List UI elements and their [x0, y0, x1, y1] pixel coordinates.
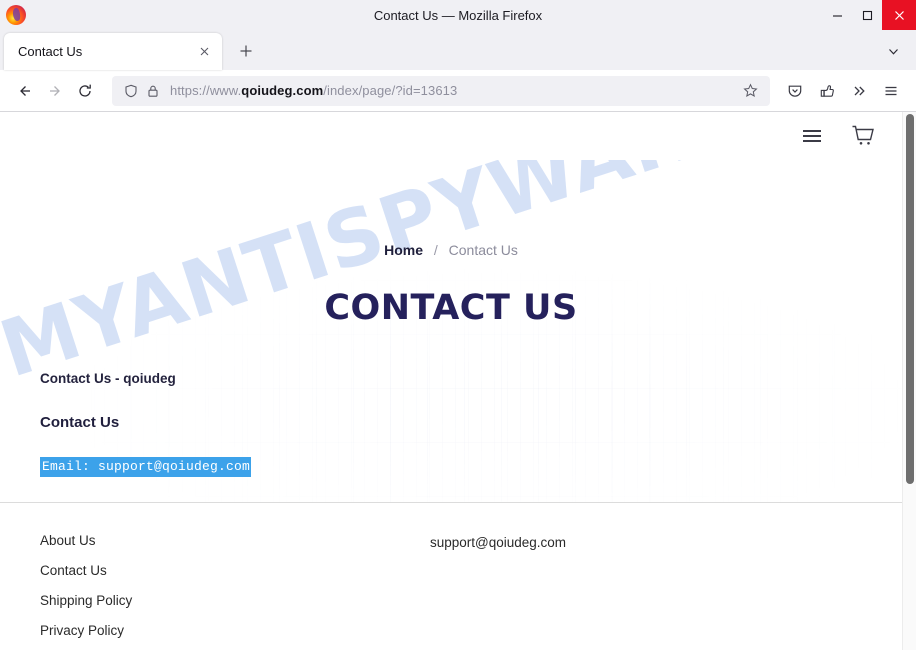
maximize-button[interactable] [852, 0, 882, 30]
site-menu-icon[interactable] [800, 124, 824, 148]
close-button[interactable] [882, 0, 916, 30]
page-title: CONTACT US [324, 288, 578, 328]
content-heading: Contact Us [40, 414, 120, 431]
cart-icon[interactable] [850, 123, 876, 149]
shield-icon[interactable] [120, 80, 142, 102]
page-content-area: MYANTISPYWARE.COM Home / Contact Us CONT… [0, 160, 902, 502]
reload-button[interactable] [70, 76, 100, 106]
url-bar[interactable]: https://www.qoiudeg.com/index/page/?id=1… [112, 75, 770, 106]
breadcrumb-home-link[interactable]: Home [384, 242, 423, 258]
tab-close-icon[interactable] [194, 42, 214, 62]
footer-link-privacy-policy[interactable]: Privacy Policy [40, 623, 430, 638]
url-prefix: https://www. [170, 83, 242, 98]
back-button[interactable] [10, 76, 40, 106]
share-extensions-icon[interactable] [812, 76, 842, 106]
footer-link-about-us[interactable]: About Us [40, 533, 430, 548]
overflow-chevrons-icon[interactable] [844, 76, 874, 106]
tab-contact-us[interactable]: Contact Us [4, 33, 222, 70]
firefox-logo-icon [6, 5, 26, 25]
contact-content: Contact Us - qoiudeg Contact Us Email: s… [0, 371, 902, 477]
browser-window: Contact Us — Mozilla Firefox Contact Us [0, 0, 916, 650]
tab-strip: Contact Us [0, 30, 916, 70]
forward-button[interactable] [40, 76, 70, 106]
navigation-toolbar: https://www.qoiudeg.com/index/page/?id=1… [0, 70, 916, 112]
page-scrollbar[interactable] [902, 112, 916, 650]
new-tab-button[interactable] [230, 35, 262, 67]
footer-email-column: support@qoiudeg.com [430, 533, 566, 650]
scrollbar-thumb[interactable] [906, 114, 914, 484]
tab-label: Contact Us [18, 44, 83, 59]
url-path: /index/page/?id=13613 [323, 83, 458, 98]
site-header [0, 112, 902, 160]
window-title: Contact Us — Mozilla Firefox [373, 7, 543, 23]
bookmark-star-icon[interactable] [738, 79, 762, 103]
window-controls [822, 0, 916, 30]
footer-email[interactable]: support@qoiudeg.com [430, 535, 566, 550]
list-all-tabs-chevron-down-icon[interactable] [882, 40, 904, 62]
selected-email-text[interactable]: Email: support@qoiudeg.com [40, 457, 252, 477]
breadcrumb-current: Contact Us [448, 242, 518, 258]
title-bar: Contact Us — Mozilla Firefox [0, 0, 916, 30]
web-page: MYANTISPYWARE.COM Home / Contact Us CONT… [0, 112, 902, 650]
site-footer: About Us Contact Us Shipping Policy Priv… [0, 502, 902, 650]
content-subtitle: Contact Us - qoiudeg [40, 371, 176, 386]
pocket-save-icon[interactable] [780, 76, 810, 106]
footer-link-contact-us[interactable]: Contact Us [40, 563, 430, 578]
breadcrumb: Home / Contact Us [0, 160, 902, 258]
url-host: qoiudeg.com [241, 83, 324, 98]
footer-link-shipping-policy[interactable]: Shipping Policy [40, 593, 430, 608]
breadcrumb-separator: / [433, 242, 438, 258]
lock-icon[interactable] [142, 80, 164, 102]
page-viewport: MYANTISPYWARE.COM Home / Contact Us CONT… [0, 112, 916, 650]
url-text: https://www.qoiudeg.com/index/page/?id=1… [170, 83, 738, 98]
app-menu-hamburger-icon[interactable] [876, 76, 906, 106]
minimize-button[interactable] [822, 0, 852, 30]
footer-links-column: About Us Contact Us Shipping Policy Priv… [0, 533, 430, 650]
